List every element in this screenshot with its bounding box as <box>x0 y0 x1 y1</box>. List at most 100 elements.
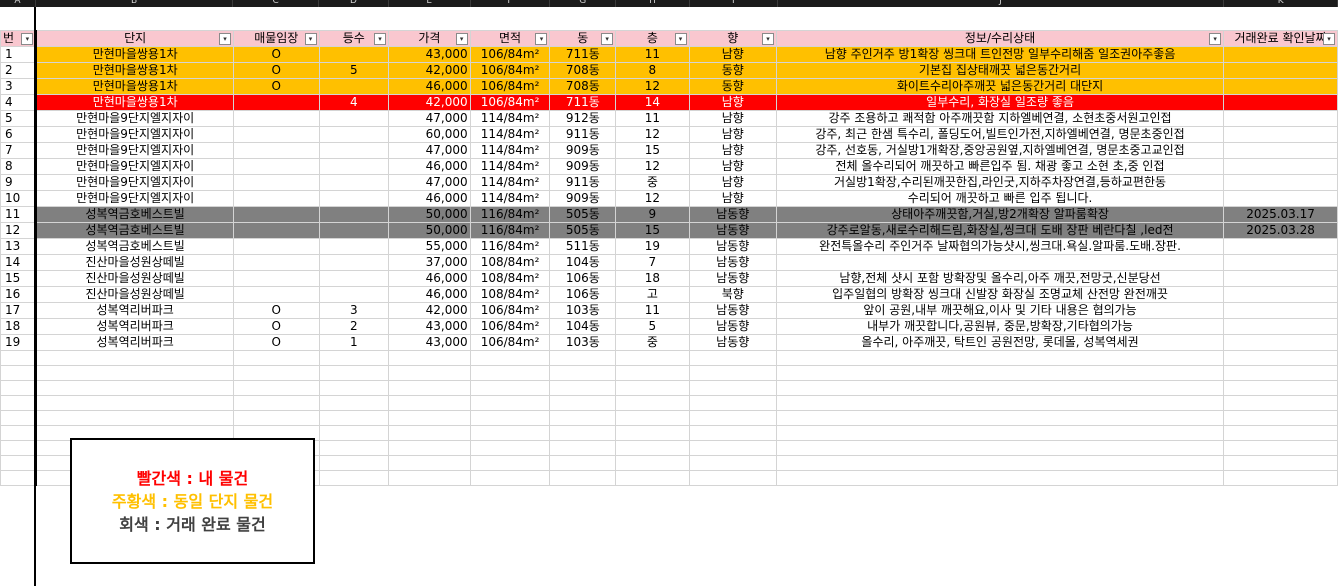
floor-cell[interactable]: 9 <box>615 206 690 223</box>
rank-cell[interactable] <box>318 286 390 303</box>
rank-cell[interactable] <box>318 238 390 255</box>
info-cell[interactable]: 강주 조용하고 쾌적함 아주깨끗함 지하엘베연결, 소현초중서원고인접 <box>775 110 1225 127</box>
table-row[interactable]: 6 만현마을9단지엘지자이 60,000 114/84m² 911동 12 남향 강주, 최근… <box>0 126 1338 143</box>
complex-name-cell[interactable]: 성복역금호베스트빌 <box>35 222 234 239</box>
header-cell-4[interactable]: 가격 ▾ <box>388 30 471 47</box>
empty-cell[interactable] <box>318 380 390 396</box>
direction-cell[interactable]: 남향 <box>688 126 777 143</box>
completion-date-cell[interactable] <box>1223 270 1338 287</box>
filter-dropdown-icon[interactable]: ▾ <box>455 33 468 45</box>
rank-cell[interactable] <box>318 190 390 207</box>
building-cell[interactable]: 708동 <box>549 78 617 95</box>
info-cell[interactable]: 일부수리, 화장실 일조량 좋음 <box>775 94 1225 111</box>
building-cell[interactable]: 708동 <box>549 62 617 79</box>
floor-cell[interactable]: 11 <box>615 302 690 319</box>
empty-cell[interactable] <box>0 410 38 426</box>
empty-cell[interactable] <box>0 455 38 471</box>
price-cell[interactable]: 50,000 <box>388 206 471 223</box>
direction-cell[interactable]: 남동향 <box>688 206 777 223</box>
table-row[interactable]: 19 성복역리버파크 O 1 43,000 106/84m² 103동 중 남동향 올수리, 아주… <box>0 334 1338 351</box>
rank-cell[interactable] <box>318 158 390 175</box>
area-cell[interactable]: 114/84m² <box>469 142 551 159</box>
empty-cell[interactable] <box>388 410 471 426</box>
empty-cell[interactable] <box>615 440 690 456</box>
empty-cell[interactable] <box>35 410 234 426</box>
floor-cell[interactable]: 14 <box>615 94 690 111</box>
info-cell[interactable]: 남향,전체 샷시 포함 방확장및 올수리,아주 깨끗,전망굿,신분당선 <box>775 270 1225 287</box>
building-cell[interactable]: 104동 <box>549 254 617 271</box>
row-number[interactable]: 3 <box>0 78 38 95</box>
direction-cell[interactable]: 남향 <box>688 94 777 111</box>
complex-name-cell[interactable]: 성복역리버파크 <box>35 302 234 319</box>
empty-cell[interactable] <box>469 365 551 381</box>
floor-cell[interactable]: 19 <box>615 238 690 255</box>
column-letter-b[interactable]: B <box>36 0 234 7</box>
info-cell[interactable]: 올수리, 아주깨끗, 탁트인 공원전망, 롯데몰, 성복역세권 <box>775 334 1225 351</box>
area-cell[interactable]: 114/84m² <box>469 110 551 127</box>
complex-name-cell[interactable]: 진산마을성원상떼빌 <box>35 270 234 287</box>
table-row[interactable]: 16 진산마을성원상떼빌 46,000 108/84m² 106동 고 북향 입주일협의 방확… <box>0 286 1338 303</box>
table-row[interactable]: 8 만현마을9단지엘지자이 46,000 114/84m² 909동 12 남향 전체 올수리… <box>0 158 1338 175</box>
building-cell[interactable]: 505동 <box>549 206 617 223</box>
completion-date-cell[interactable]: 2025.03.28 <box>1223 222 1338 239</box>
price-cell[interactable]: 43,000 <box>388 318 471 335</box>
row-number[interactable]: 9 <box>0 174 38 191</box>
rank-cell[interactable]: 5 <box>318 62 390 79</box>
direction-cell[interactable]: 남동향 <box>688 238 777 255</box>
info-cell[interactable]: 완전특올수리 주인거주 날짜협의가능샷시,씽크대.욕실.알파룸.도배.장판. <box>775 238 1225 255</box>
direction-cell[interactable]: 남향 <box>688 190 777 207</box>
direction-cell[interactable]: 남동향 <box>688 302 777 319</box>
rank-cell[interactable] <box>318 174 390 191</box>
price-cell[interactable]: 47,000 <box>388 174 471 191</box>
direction-cell[interactable]: 남동향 <box>688 334 777 351</box>
price-cell[interactable]: 42,000 <box>388 302 471 319</box>
inspection-cell[interactable] <box>232 270 320 287</box>
completion-date-cell[interactable] <box>1223 318 1338 335</box>
empty-cell[interactable] <box>0 380 38 396</box>
completion-date-cell[interactable] <box>1223 62 1338 79</box>
building-cell[interactable]: 104동 <box>549 318 617 335</box>
filter-dropdown-icon[interactable]: ▾ <box>761 33 774 45</box>
table-row[interactable]: 3 만현마을쌍용1차 O 46,000 106/84m² 708동 12 동향 화이트수리아주깨… <box>0 78 1338 95</box>
empty-cell[interactable] <box>775 425 1225 441</box>
table-row[interactable]: 5 만현마을9단지엘지자이 47,000 114/84m² 912동 11 남향 강주 조용하… <box>0 110 1338 127</box>
empty-cell[interactable] <box>1223 470 1338 486</box>
building-cell[interactable]: 103동 <box>549 334 617 351</box>
rank-cell[interactable] <box>318 142 390 159</box>
inspection-cell[interactable] <box>232 190 320 207</box>
empty-cell[interactable] <box>688 410 777 426</box>
empty-cell[interactable] <box>388 440 471 456</box>
row-number[interactable]: 12 <box>0 222 38 239</box>
empty-cell[interactable] <box>388 395 471 411</box>
empty-cell[interactable] <box>1223 440 1338 456</box>
empty-cell[interactable] <box>318 455 390 471</box>
row-number[interactable]: 17 <box>0 302 38 319</box>
building-cell[interactable]: 912동 <box>549 110 617 127</box>
empty-row[interactable] <box>0 350 1338 366</box>
inspection-cell[interactable]: O <box>232 334 320 351</box>
rank-cell[interactable]: 2 <box>318 318 390 335</box>
empty-cell[interactable] <box>469 395 551 411</box>
empty-cell[interactable] <box>318 410 390 426</box>
empty-cell[interactable] <box>775 380 1225 396</box>
completion-date-cell[interactable] <box>1223 286 1338 303</box>
empty-cell[interactable] <box>688 440 777 456</box>
empty-cell[interactable] <box>549 470 617 486</box>
direction-cell[interactable]: 남향 <box>688 158 777 175</box>
filter-dropdown-icon[interactable]: ▾ <box>535 33 548 45</box>
empty-cell[interactable] <box>688 380 777 396</box>
empty-cell[interactable] <box>318 440 390 456</box>
price-cell[interactable]: 42,000 <box>388 94 471 111</box>
empty-cell[interactable] <box>318 350 390 366</box>
header-cell-10[interactable]: 거래완료 확인날짜 ▾ <box>1223 30 1338 47</box>
empty-cell[interactable] <box>615 350 690 366</box>
price-cell[interactable]: 60,000 <box>388 126 471 143</box>
area-cell[interactable]: 106/84m² <box>469 94 551 111</box>
complex-name-cell[interactable]: 진산마을성원상떼빌 <box>35 286 234 303</box>
empty-cell[interactable] <box>388 365 471 381</box>
completion-date-cell[interactable] <box>1223 142 1338 159</box>
empty-cell[interactable] <box>1223 380 1338 396</box>
inspection-cell[interactable] <box>232 222 320 239</box>
row-number[interactable]: 19 <box>0 334 38 351</box>
filter-dropdown-icon[interactable]: ▾ <box>218 33 231 45</box>
